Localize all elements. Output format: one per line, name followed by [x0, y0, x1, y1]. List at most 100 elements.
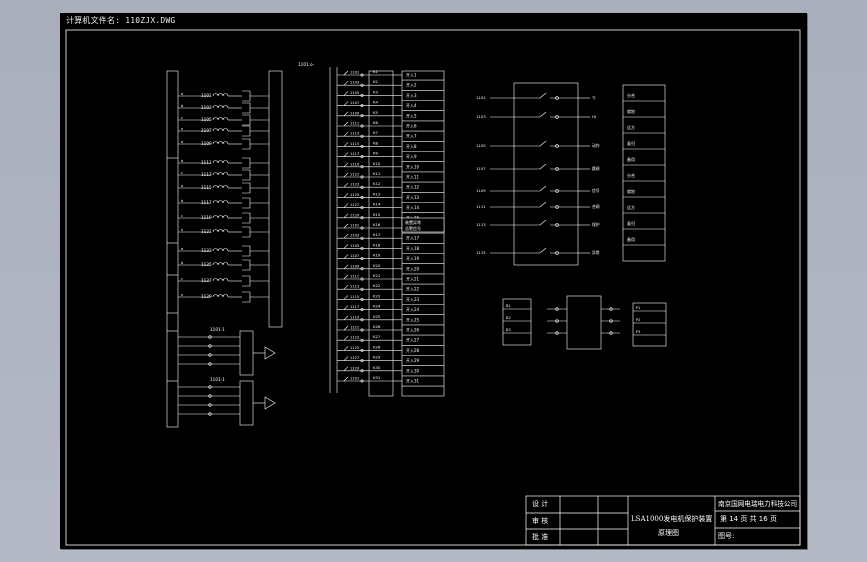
out-contact: [539, 163, 547, 170]
pt-triangle: [264, 396, 276, 410]
bi-contact: [343, 182, 349, 188]
bi-contact: [343, 152, 349, 157]
bi-contact: [343, 213, 349, 219]
bi-relay-tag: K12: [373, 181, 381, 186]
bi-label: 开入31: [406, 379, 420, 384]
phase-letter: c: [181, 171, 183, 175]
ct-input-tag: 1101: [201, 93, 212, 98]
bi-relay-tag: K17: [373, 232, 381, 237]
out-tag: TJ: [591, 95, 595, 100]
ct-coil: [217, 294, 224, 298]
bi-tag: 1123: [350, 336, 359, 340]
bi-relay-tag: K15: [373, 212, 381, 217]
ct-bracket: [242, 102, 251, 114]
bi-tag: 1101: [350, 377, 359, 381]
ct-coil: [217, 185, 224, 189]
out-tag-in: 1103: [476, 114, 486, 119]
bi-label: 开入29: [406, 358, 420, 363]
bi-contact: [343, 305, 349, 310]
pt-triangle: [264, 346, 276, 360]
ct-bracket: [242, 291, 251, 303]
bi-tag: 1109: [350, 264, 360, 268]
ct-coil: [217, 200, 224, 204]
tb-company: 南京国网电瑞电力科技公司: [718, 500, 798, 508]
bi-contact: [343, 315, 349, 321]
ct-coil: [212, 93, 219, 97]
ct-coil: [217, 172, 224, 176]
phase-letter: a: [181, 140, 183, 144]
ct-coil: [222, 105, 229, 109]
tb-approve-label: 批 准: [532, 533, 549, 541]
left-terminal-strip: [166, 70, 179, 428]
ct-coil: [222, 262, 229, 266]
ct-coil: [222, 160, 229, 164]
bi-label: 开入20: [406, 266, 420, 271]
bi-relay-tag: K24: [373, 304, 381, 309]
bi-label: 开入18: [406, 246, 420, 251]
phase-letter: c: [181, 116, 183, 120]
bi-contact: [343, 142, 349, 147]
out-contact: [539, 219, 547, 226]
signal-label: 备用: [627, 236, 635, 242]
bi-tag: 1105: [350, 91, 359, 95]
bi-label: 开入30: [406, 368, 420, 373]
phase-letter: b: [181, 104, 184, 108]
bi-relay-tag: K4: [373, 100, 378, 105]
drawing-frame: [65, 29, 801, 546]
bi-label: 开入7: [406, 134, 417, 139]
relay-outputs-box: [513, 82, 579, 266]
tb-title-line1: LSA1000发电机保护装置: [631, 515, 713, 523]
ct-coil: [222, 278, 229, 282]
ct-coil: [212, 105, 219, 109]
bi-relay-tag: K1: [373, 69, 378, 74]
out-tag: HJ: [592, 114, 596, 119]
bi-contact: [343, 121, 349, 127]
bi-tag: 1113: [350, 132, 359, 136]
out-contact: [539, 111, 547, 118]
ct-coil: [217, 128, 224, 132]
ct-coil: [217, 262, 224, 266]
bi-label: 开入8: [406, 144, 417, 149]
bi-tag: 1129: [350, 213, 360, 217]
phase-letter: n: [181, 127, 183, 131]
ct-coil: [222, 185, 229, 189]
bi-contact: [343, 223, 349, 229]
bi-tag: 1129: [350, 366, 360, 370]
bi-contact: [343, 295, 349, 300]
phase-letter: a: [181, 184, 183, 188]
bi-tag: 1115: [350, 295, 359, 299]
out-contact: [539, 140, 547, 147]
ct-input-tag: 1107: [201, 128, 212, 133]
bi-contact: [343, 335, 349, 341]
bi-label: 开入5: [406, 113, 417, 118]
ct-coil: [222, 294, 229, 298]
bi-label: 开入10: [406, 164, 420, 169]
bi-label: 开入4: [406, 103, 417, 108]
small-a-tag: B2: [506, 316, 511, 320]
bi-contact: [343, 162, 349, 168]
bi-label: 开入11: [406, 175, 420, 180]
ct-bracket: [242, 114, 251, 126]
small-c-tag: P3: [636, 330, 640, 334]
ct-coil: [212, 215, 219, 219]
ct-bracket: [242, 259, 251, 271]
bi-tag: 1125: [350, 346, 359, 350]
out-contact: [539, 201, 547, 208]
outer-border: [65, 29, 801, 546]
bi-label: 开入2: [406, 83, 417, 88]
out-contact: [539, 92, 547, 99]
bi-relay-tag: K21: [373, 273, 381, 278]
ct-coil: [222, 128, 229, 132]
bi-contact: [343, 193, 349, 198]
out-tag-in: 1109: [476, 188, 486, 193]
bi-relay-tag: K18: [373, 242, 381, 247]
bi-relay-tag: K25: [373, 314, 381, 319]
ct-coil: [217, 278, 224, 282]
cad-viewport[interactable]: 计算机文件名: 110ZJX.DWG 1101 a 1103 b 1105 c 1107 n 1…: [0, 0, 867, 562]
bi-contact: [343, 284, 349, 290]
bi-tag: 1103: [350, 81, 359, 85]
ct-input-tag: 1119: [201, 215, 212, 220]
bi-label: 开入21: [406, 277, 420, 282]
small-a-tag: B1: [506, 304, 511, 308]
ct-bracket: [242, 169, 251, 181]
